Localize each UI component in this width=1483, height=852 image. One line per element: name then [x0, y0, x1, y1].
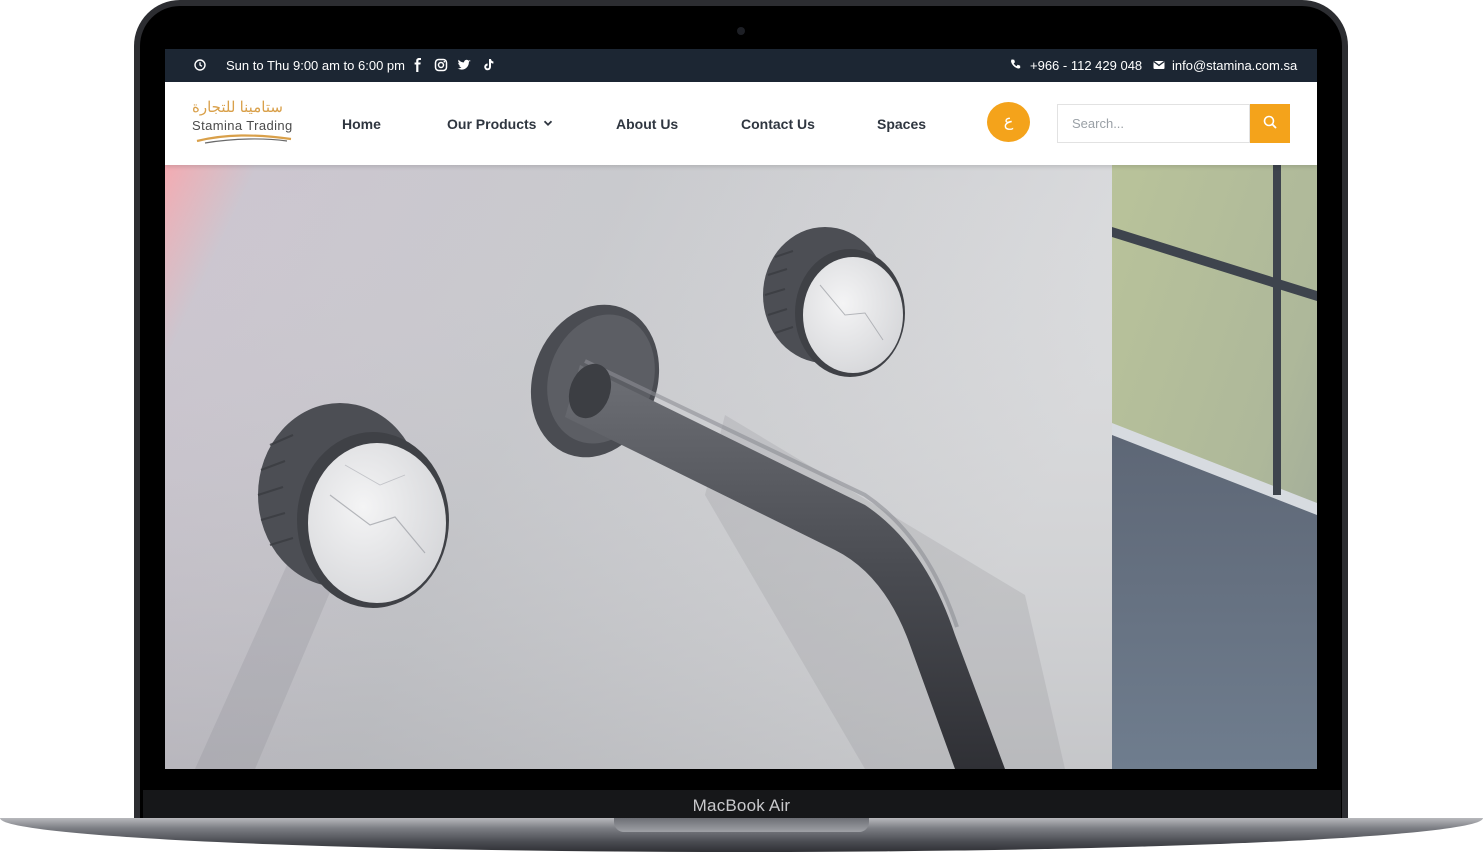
logo-arabic-text: ستامينا للتجارة	[192, 99, 283, 116]
search-button[interactable]	[1250, 104, 1290, 143]
business-hours: Sun to Thu 9:00 am to 6:00 pm	[226, 58, 405, 73]
mail-icon	[1153, 60, 1165, 69]
chevron-down-icon	[544, 120, 553, 126]
search-input[interactable]	[1057, 104, 1250, 143]
phone-number[interactable]: +966 - 112 429 048	[1030, 49, 1142, 82]
stamina-logo[interactable]: ستامينا للتجارة Stamina Trading	[189, 98, 299, 144]
nav-our-products[interactable]: Our Products	[447, 116, 553, 132]
nav-spaces[interactable]: Spaces	[877, 116, 926, 132]
logo-swoosh	[196, 134, 292, 144]
email-address[interactable]: info@stamina.com.sa	[1172, 49, 1297, 82]
phone-icon	[1011, 59, 1021, 69]
nav-about-us[interactable]: About Us	[616, 116, 678, 132]
hero-product-image	[165, 165, 1317, 769]
laptop-notch	[614, 818, 869, 832]
nav-our-products-label: Our Products	[447, 116, 537, 132]
camera-icon	[737, 27, 745, 35]
website-screen: Sun to Thu 9:00 am to 6:00 pm +966 - 112…	[165, 49, 1317, 769]
top-info-bar: Sun to Thu 9:00 am to 6:00 pm +966 - 112…	[165, 49, 1317, 82]
device-label: MacBook Air	[692, 796, 791, 815]
clock-icon	[194, 59, 206, 71]
tiktok-icon[interactable]	[480, 57, 496, 73]
nav-contact-us[interactable]: Contact Us	[741, 116, 815, 132]
logo-english-text: Stamina Trading	[192, 118, 293, 133]
facebook-icon[interactable]	[410, 57, 426, 73]
twitter-icon[interactable]	[456, 57, 472, 73]
search-icon	[1263, 115, 1277, 129]
nav-home[interactable]: Home	[342, 116, 381, 132]
search-form	[1057, 104, 1290, 143]
language-toggle-button[interactable]: ع	[987, 102, 1030, 142]
instagram-icon[interactable]	[433, 57, 449, 73]
